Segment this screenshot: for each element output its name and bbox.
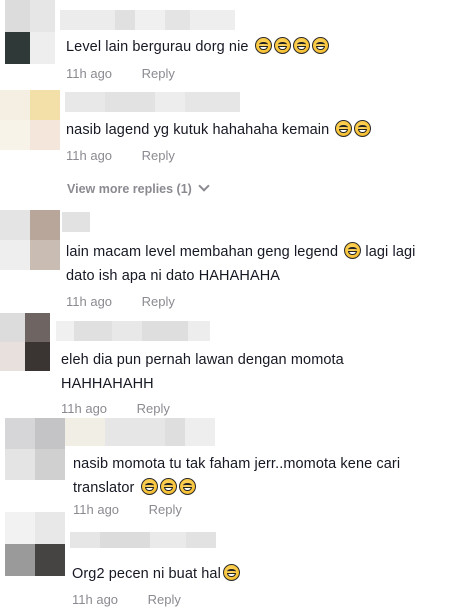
username-blurred[interactable] bbox=[65, 418, 215, 446]
comment-meta: 11h ago Reply bbox=[66, 66, 175, 81]
emoji-icon bbox=[178, 478, 196, 495]
username-blurred[interactable] bbox=[70, 532, 216, 548]
emoji-icon bbox=[292, 37, 310, 54]
username-blurred[interactable] bbox=[60, 10, 235, 30]
avatar[interactable] bbox=[5, 512, 65, 576]
comment-meta: 11h ago Reply bbox=[66, 294, 175, 309]
emoji-icon bbox=[273, 37, 291, 54]
comment-meta: 11h ago Reply bbox=[72, 592, 181, 607]
emoji-icon bbox=[344, 242, 362, 259]
avatar[interactable] bbox=[0, 210, 60, 270]
reply-button[interactable]: Reply bbox=[148, 592, 181, 607]
emoji-icon bbox=[159, 478, 177, 495]
reply-button[interactable]: Reply bbox=[142, 148, 175, 163]
comment-meta: 11h ago Reply bbox=[66, 148, 175, 163]
timestamp: 11h ago bbox=[72, 592, 119, 607]
username-blurred[interactable] bbox=[62, 212, 90, 232]
comment-text: Level lain bergurau dorg nie bbox=[66, 35, 329, 59]
comment-meta: 11h ago Reply bbox=[61, 401, 170, 416]
chevron-down-icon bbox=[198, 180, 210, 192]
comment-text: nasib momota tu tak faham jerr..momota k… bbox=[73, 456, 401, 496]
timestamp: 11h ago bbox=[73, 502, 120, 517]
reply-button[interactable]: Reply bbox=[149, 502, 182, 517]
emoji-icon bbox=[335, 120, 353, 137]
timestamp: 11h ago bbox=[66, 66, 113, 81]
reply-button[interactable]: Reply bbox=[137, 401, 170, 416]
avatar[interactable] bbox=[0, 90, 60, 150]
emoji-icon bbox=[254, 37, 272, 54]
username-blurred[interactable] bbox=[56, 321, 210, 341]
comment-item: Level lain bergurau dorg nie 11h ago Rep… bbox=[0, 0, 452, 85]
emoji-icon bbox=[354, 120, 372, 137]
view-more-replies-button[interactable]: View more replies (1) bbox=[67, 180, 210, 196]
reply-button[interactable]: Reply bbox=[142, 66, 175, 81]
avatar[interactable] bbox=[0, 313, 50, 371]
emoji-icon bbox=[311, 37, 329, 54]
avatar[interactable] bbox=[5, 418, 65, 480]
timestamp: 11h ago bbox=[66, 148, 113, 163]
avatar[interactable] bbox=[5, 0, 55, 64]
reply-button[interactable]: Reply bbox=[142, 294, 175, 309]
comment-text: nasib lagend yg kutuk hahahaha kemain bbox=[66, 118, 372, 142]
comment-meta: 11h ago Reply bbox=[73, 502, 182, 517]
emoji-icon bbox=[222, 564, 240, 581]
username-blurred[interactable] bbox=[65, 92, 240, 112]
timestamp: 11h ago bbox=[61, 401, 108, 416]
timestamp: 11h ago bbox=[66, 294, 113, 309]
comment-text: Org2 pecen ni buat hal bbox=[72, 562, 240, 586]
emoji-icon bbox=[140, 478, 158, 495]
comment-text: eleh dia pun pernah lawan dengan momota … bbox=[61, 352, 344, 392]
comment-text: lain macam level membahan geng legend la… bbox=[66, 242, 416, 284]
